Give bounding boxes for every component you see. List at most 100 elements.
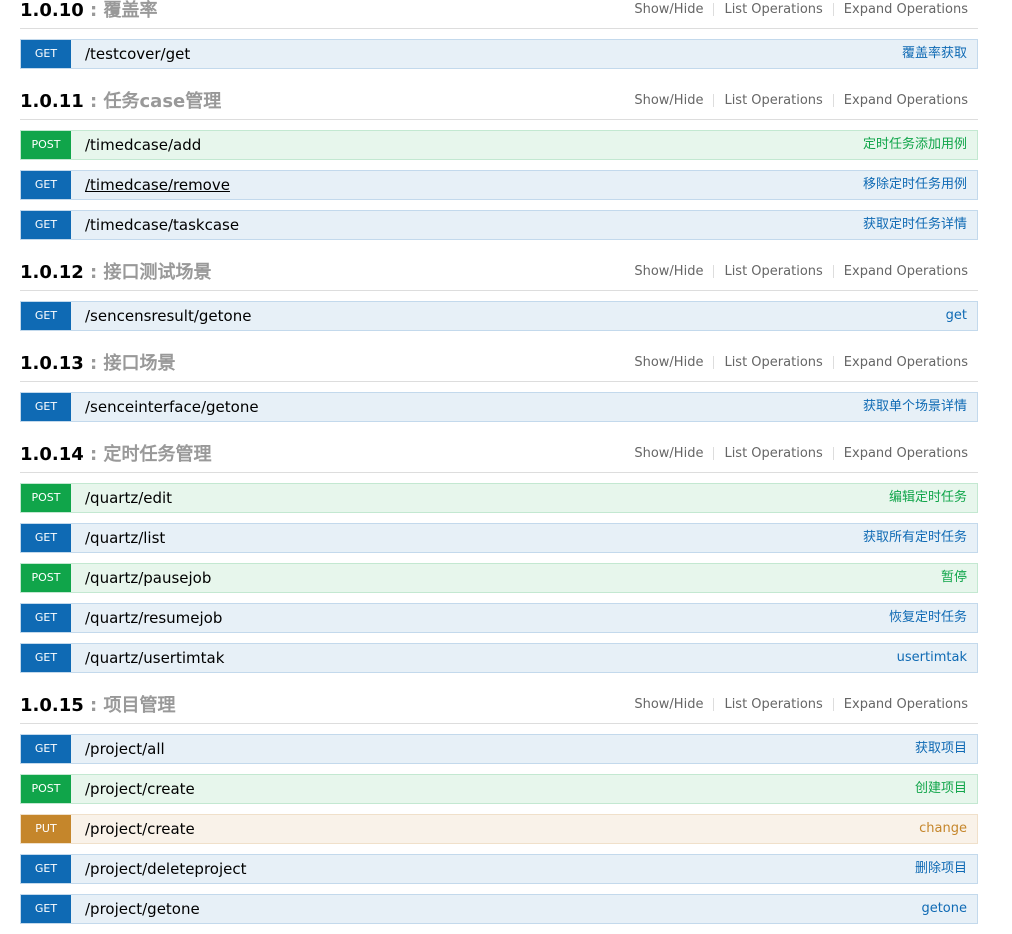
operation-path[interactable]: /quartz/edit xyxy=(85,484,172,512)
operation-path[interactable]: /timedcase/add xyxy=(85,131,201,159)
operation-path[interactable]: /sencensresult/getone xyxy=(85,302,251,330)
resource-version: 1.0.10 xyxy=(20,0,84,21)
operation-summary[interactable]: 移除定时任务用例 xyxy=(863,171,967,199)
expand-operations-link[interactable]: Expand Operations xyxy=(844,2,968,17)
operation-path[interactable]: /timedcase/remove xyxy=(85,171,230,199)
resource-heading: 1.0.10 : 覆盖率 Show/Hide List Operations Expa… xyxy=(20,0,978,29)
http-method-badge[interactable]: GET xyxy=(21,895,71,923)
resource-title[interactable]: 1.0.15 : 项目管理 xyxy=(20,691,176,717)
operation-row[interactable]: POST/quartz/edit 编辑定时任务 xyxy=(20,483,978,513)
operation-row[interactable]: PUT/project/create change xyxy=(20,814,978,844)
operation-path[interactable]: /testcover/get xyxy=(85,40,190,68)
operation-summary[interactable]: 恢复定时任务 xyxy=(889,604,967,632)
operation-row[interactable]: GET/quartz/list 获取所有定时任务 xyxy=(20,523,978,553)
operation-summary[interactable]: change xyxy=(919,815,967,843)
resource-title-separator: : xyxy=(83,444,104,465)
resource-title[interactable]: 1.0.10 : 覆盖率 xyxy=(20,0,158,22)
options-divider xyxy=(832,94,834,107)
http-method-badge[interactable]: POST xyxy=(21,484,71,512)
operation-path[interactable]: /quartz/resumejob xyxy=(85,604,222,632)
operation-summary[interactable]: 获取项目 xyxy=(915,735,967,763)
operation-path[interactable]: /project/create xyxy=(85,815,195,843)
expand-operations-link[interactable]: Expand Operations xyxy=(844,446,968,461)
operation-summary[interactable]: 获取单个场景详情 xyxy=(863,393,967,421)
operation-row[interactable]: GET/project/deleteproject 删除项目 xyxy=(20,854,978,884)
operation-summary[interactable]: 暂停 xyxy=(941,564,967,592)
expand-operations-link[interactable]: Expand Operations xyxy=(844,355,968,370)
http-method-badge[interactable]: GET xyxy=(21,302,71,330)
options-divider xyxy=(713,94,715,107)
operation-summary[interactable]: getone xyxy=(921,895,967,923)
list-operations-link[interactable]: List Operations xyxy=(724,93,822,108)
operation-summary[interactable]: 删除项目 xyxy=(915,855,967,883)
operation-summary[interactable]: 获取定时任务详情 xyxy=(863,211,967,239)
list-operations-link[interactable]: List Operations xyxy=(724,355,822,370)
list-operations-link[interactable]: List Operations xyxy=(724,446,822,461)
show-hide-link[interactable]: Show/Hide xyxy=(634,264,703,279)
operation-row[interactable]: GET/sencensresult/getone get xyxy=(20,301,978,331)
resource-title[interactable]: 1.0.12 : 接口测试场景 xyxy=(20,258,212,284)
http-method-badge[interactable]: GET xyxy=(21,393,71,421)
resource-title[interactable]: 1.0.14 : 定时任务管理 xyxy=(20,440,212,466)
operation-row[interactable]: POST/timedcase/add 定时任务添加用例 xyxy=(20,130,978,160)
resource-name: 定时任务管理 xyxy=(103,444,212,465)
http-method-badge[interactable]: GET xyxy=(21,171,71,199)
operation-row[interactable]: GET/quartz/resumejob 恢复定时任务 xyxy=(20,603,978,633)
operation-path[interactable]: /senceinterface/getone xyxy=(85,393,259,421)
show-hide-link[interactable]: Show/Hide xyxy=(634,93,703,108)
operation-path[interactable]: /quartz/list xyxy=(85,524,165,552)
operation-path[interactable]: /project/deleteproject xyxy=(85,855,246,883)
show-hide-link[interactable]: Show/Hide xyxy=(634,446,703,461)
http-method-badge[interactable]: POST xyxy=(21,775,71,803)
operation-summary[interactable]: 获取所有定时任务 xyxy=(863,524,967,552)
http-method-badge[interactable]: GET xyxy=(21,735,71,763)
show-hide-link[interactable]: Show/Hide xyxy=(634,697,703,712)
http-method-badge[interactable]: GET xyxy=(21,40,71,68)
list-operations-link[interactable]: List Operations xyxy=(724,2,822,17)
expand-operations-link[interactable]: Expand Operations xyxy=(844,93,968,108)
list-operations-link[interactable]: List Operations xyxy=(724,697,822,712)
operation-summary[interactable]: get xyxy=(946,302,967,330)
resource-version: 1.0.14 xyxy=(20,444,84,465)
operation-path[interactable]: /project/create xyxy=(85,775,195,803)
http-method-badge[interactable]: POST xyxy=(21,564,71,592)
http-method-badge[interactable]: GET xyxy=(21,644,71,672)
operation-row[interactable]: POST/project/create 创建项目 xyxy=(20,774,978,804)
operation-summary[interactable]: 覆盖率获取 xyxy=(902,40,967,68)
list-operations-link[interactable]: List Operations xyxy=(724,264,822,279)
operation-row[interactable]: GET/project/getone getone xyxy=(20,894,978,924)
operation-row[interactable]: GET/senceinterface/getone 获取单个场景详情 xyxy=(20,392,978,422)
operation-row[interactable]: GET/timedcase/taskcase 获取定时任务详情 xyxy=(20,210,978,240)
resource-title[interactable]: 1.0.11 : 任务case管理 xyxy=(20,87,221,113)
http-method-badge[interactable]: GET xyxy=(21,524,71,552)
options-divider xyxy=(713,3,715,16)
operation-row[interactable]: GET/timedcase/remove 移除定时任务用例 xyxy=(20,170,978,200)
operation-summary[interactable]: 定时任务添加用例 xyxy=(863,131,967,159)
http-method-badge[interactable]: PUT xyxy=(21,815,71,843)
show-hide-link[interactable]: Show/Hide xyxy=(634,2,703,17)
resource-options: Show/Hide List Operations Expand Operation… xyxy=(634,697,968,712)
operation-path[interactable]: /timedcase/taskcase xyxy=(85,211,239,239)
http-method-badge[interactable]: GET xyxy=(21,855,71,883)
operation-path[interactable]: /quartz/usertimtak xyxy=(85,644,224,672)
expand-operations-link[interactable]: Expand Operations xyxy=(844,697,968,712)
operation-summary[interactable]: usertimtak xyxy=(897,644,967,672)
http-method-badge[interactable]: GET xyxy=(21,604,71,632)
operation-row[interactable]: GET/quartz/usertimtak usertimtak xyxy=(20,643,978,673)
resource-title-separator: : xyxy=(83,353,104,374)
operation-row[interactable]: GET/testcover/get 覆盖率获取 xyxy=(20,39,978,69)
operation-path[interactable]: /quartz/pausejob xyxy=(85,564,211,592)
operation-row[interactable]: GET/project/all 获取项目 xyxy=(20,734,978,764)
show-hide-link[interactable]: Show/Hide xyxy=(634,355,703,370)
operation-summary[interactable]: 创建项目 xyxy=(915,775,967,803)
expand-operations-link[interactable]: Expand Operations xyxy=(844,264,968,279)
operation-row[interactable]: POST/quartz/pausejob 暂停 xyxy=(20,563,978,593)
resource-title[interactable]: 1.0.13 : 接口场景 xyxy=(20,349,176,375)
operation-path[interactable]: /project/all xyxy=(85,735,165,763)
http-method-badge[interactable]: GET xyxy=(21,211,71,239)
operation-summary[interactable]: 编辑定时任务 xyxy=(889,484,967,512)
resource-options: Show/Hide List Operations Expand Operation… xyxy=(634,264,968,279)
operation-path[interactable]: /project/getone xyxy=(85,895,200,923)
http-method-badge[interactable]: POST xyxy=(21,131,71,159)
